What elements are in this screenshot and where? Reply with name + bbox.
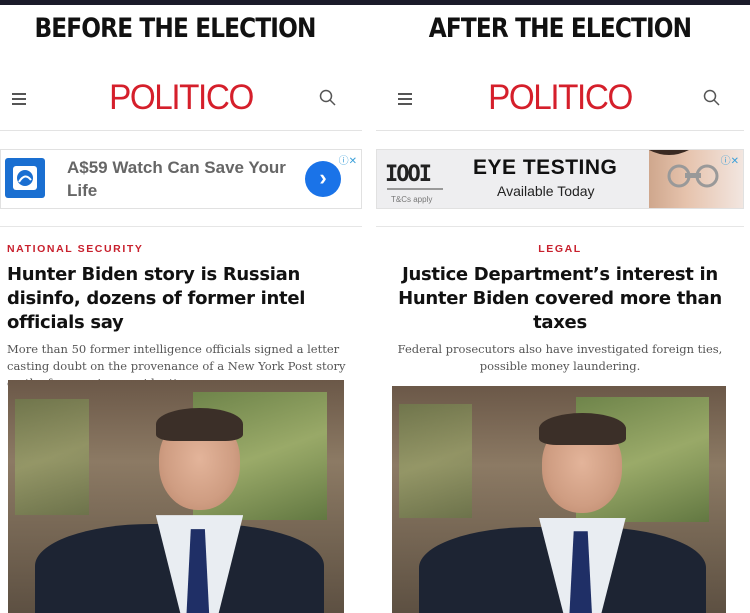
article-deck: Federal prosecutors also have investigat… xyxy=(397,342,723,373)
search-icon[interactable] xyxy=(318,88,338,108)
after-screenshot-panel: POLITICO IOOI T&Cs apply EYE TESTING Ava… xyxy=(376,66,744,613)
photo-subject-hair xyxy=(538,413,626,445)
ad-brand-logo: IOOI xyxy=(385,162,432,187)
politico-logo[interactable]: POLITICO xyxy=(9,78,353,118)
site-header: POLITICO xyxy=(376,66,744,131)
ad-fine-print: T&Cs apply xyxy=(391,195,433,204)
photo-background-window xyxy=(14,398,89,516)
article-card[interactable]: NATIONAL SECURITY Hunter Biden story is … xyxy=(0,226,362,392)
ad-logo-underline xyxy=(387,188,443,190)
top-border xyxy=(0,0,750,5)
politico-logo[interactable]: POLITICO xyxy=(385,78,735,118)
chevron-right-icon[interactable]: › xyxy=(305,161,341,197)
article-headline[interactable]: Justice Department’s interest in Hunter … xyxy=(380,263,740,335)
advertisement-banner[interactable]: A$59 Watch Can Save Your Life › ⓘ✕ xyxy=(0,149,362,209)
ad-text: A$59 Watch Can Save Your Life xyxy=(67,158,286,200)
site-header: POLITICO xyxy=(0,66,362,131)
article-card[interactable]: LEGAL Justice Department’s interest in H… xyxy=(376,226,744,375)
ad-subtitle: Available Today xyxy=(497,183,595,199)
photo-subject-hair xyxy=(155,407,244,441)
before-heading: BEFORE THE ELECTION xyxy=(34,13,316,44)
section-label[interactable]: LEGAL xyxy=(380,243,740,255)
ad-title: EYE TESTING xyxy=(473,156,618,179)
article-photo[interactable] xyxy=(8,380,344,613)
before-screenshot-panel: POLITICO A$59 Watch Can Save Your Life ›… xyxy=(0,66,362,613)
article-photo[interactable] xyxy=(392,386,726,613)
adchoices-close-icon[interactable]: ⓘ✕ xyxy=(339,152,357,167)
after-heading: AFTER THE ELECTION xyxy=(428,13,692,44)
adchoices-close-icon[interactable]: ⓘ✕ xyxy=(721,152,739,167)
section-label[interactable]: NATIONAL SECURITY xyxy=(7,243,354,255)
advertisement-banner[interactable]: IOOI T&Cs apply EYE TESTING Available To… xyxy=(376,149,744,209)
photo-background-window xyxy=(398,404,473,518)
ad-app-logo xyxy=(5,158,45,198)
article-headline[interactable]: Hunter Biden story is Russian disinfo, d… xyxy=(7,263,354,335)
search-icon[interactable] xyxy=(702,88,722,108)
